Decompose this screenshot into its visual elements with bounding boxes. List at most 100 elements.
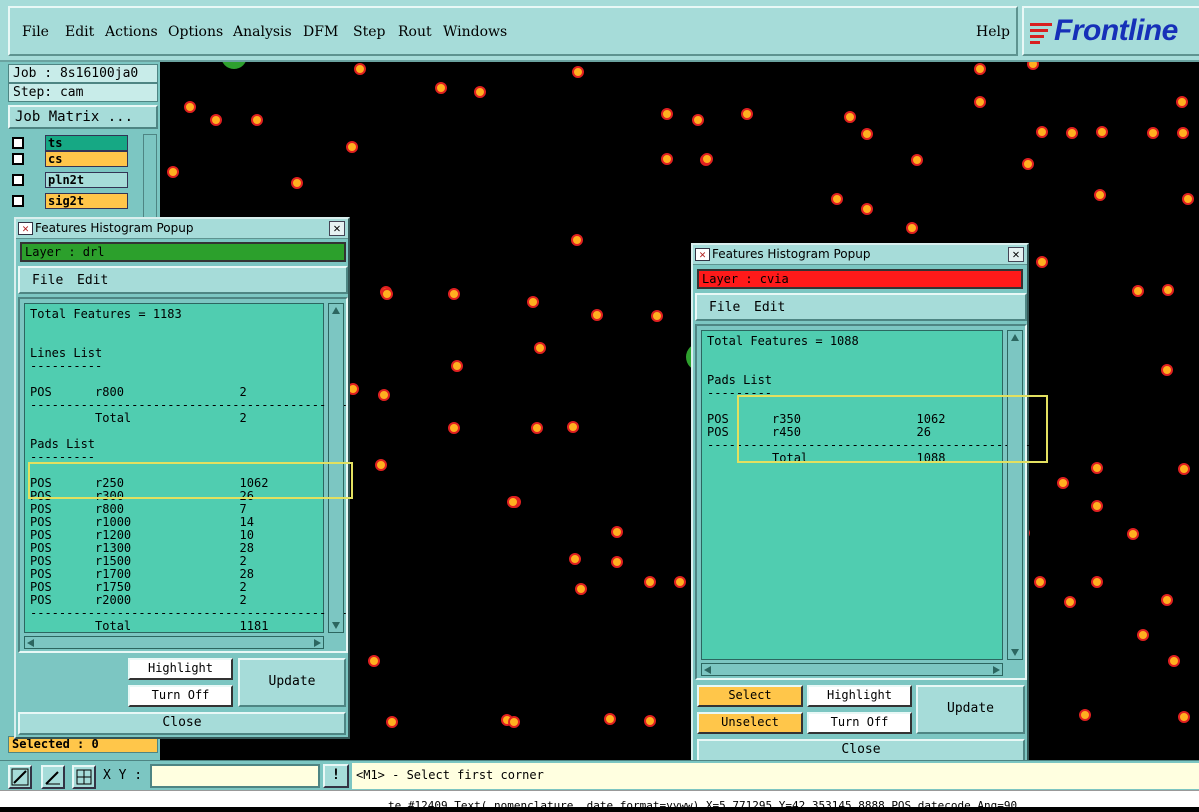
- measure-icon[interactable]: [41, 765, 65, 789]
- layer-indicator: Layer : cvia: [697, 269, 1023, 289]
- pad-feature: [974, 63, 986, 75]
- pad-feature: [1057, 477, 1069, 489]
- pad-feature: [167, 166, 179, 178]
- pad-feature: [381, 288, 393, 300]
- histogram-line: Total 2: [30, 411, 247, 425]
- grid-snap-icon[interactable]: [72, 765, 96, 789]
- zoom-area-icon[interactable]: [8, 765, 32, 789]
- popup-menu-file[interactable]: File: [709, 300, 740, 315]
- menu-analysis[interactable]: Analysis: [233, 24, 292, 40]
- pad-feature: [1096, 126, 1108, 138]
- scroll-down-icon[interactable]: [1011, 649, 1019, 656]
- vertical-scrollbar[interactable]: [1007, 330, 1023, 660]
- histogram-list-area: Total Features = 1088 Pads List --------- P…: [695, 324, 1032, 680]
- horizontal-scrollbar[interactable]: [701, 663, 1003, 676]
- menu-rout[interactable]: Rout: [398, 24, 432, 40]
- pad-feature: [569, 553, 581, 565]
- highlight-button[interactable]: Highlight: [807, 685, 912, 707]
- layer-checkbox[interactable]: [12, 195, 24, 207]
- scroll-right-icon[interactable]: [993, 666, 1000, 674]
- popup-menu-file[interactable]: File: [32, 273, 63, 288]
- highlight-button[interactable]: Highlight: [128, 658, 233, 680]
- pad-feature: [661, 108, 673, 120]
- pad-feature: [571, 234, 583, 246]
- popup-menu-edit[interactable]: Edit: [77, 273, 108, 288]
- pad-feature: [1027, 62, 1039, 70]
- layer-checkbox[interactable]: [12, 153, 24, 165]
- layer-row-ts[interactable]: ts: [10, 135, 130, 151]
- pad-feature: [741, 108, 753, 120]
- pad-feature: [1091, 576, 1103, 588]
- pad-feature: [527, 296, 539, 308]
- scroll-down-icon[interactable]: [332, 622, 340, 629]
- popup-menu-edit[interactable]: Edit: [754, 300, 785, 315]
- histogram-list[interactable]: Total Features = 1183 Lines List ---------…: [24, 303, 355, 633]
- pad-feature: [1091, 462, 1103, 474]
- histogram-line: Total Features = 1183: [30, 307, 182, 321]
- menu-options[interactable]: Options: [168, 24, 223, 40]
- turn-off-button[interactable]: Turn Off: [807, 712, 912, 734]
- zoom-area-glyph: [11, 768, 29, 786]
- frontline-logo-box: Frontline: [1022, 6, 1199, 56]
- window-menu-icon[interactable]: ✕: [695, 248, 710, 261]
- scroll-left-icon[interactable]: [27, 639, 34, 647]
- menu-step[interactable]: Step: [353, 24, 385, 40]
- horizontal-scrollbar[interactable]: [24, 636, 324, 649]
- status-text: te #12409 Text( nomenclature, date_forma…: [388, 799, 1018, 812]
- xy-coordinate-input[interactable]: [150, 764, 320, 788]
- vertical-scrollbar[interactable]: [328, 303, 344, 633]
- pad-feature: [572, 66, 584, 78]
- popup-menubar: File Edit: [695, 293, 1027, 321]
- layer-indicator: Layer : drl: [20, 242, 346, 262]
- exclamation-button[interactable]: !: [323, 764, 349, 788]
- close-icon[interactable]: ✕: [1008, 247, 1024, 262]
- measure-glyph: [45, 771, 60, 785]
- pad-feature: [1178, 711, 1190, 723]
- turn-off-button[interactable]: Turn Off: [128, 685, 233, 707]
- select-button[interactable]: Select: [697, 685, 803, 707]
- pad-feature: [534, 342, 546, 354]
- menu-help[interactable]: Help: [976, 24, 1010, 40]
- update-button[interactable]: Update: [238, 658, 346, 707]
- layer-row-pln2t[interactable]: pln2t: [10, 172, 130, 188]
- pad-feature: [378, 389, 390, 401]
- layer-list-scrollbar[interactable]: [143, 134, 157, 224]
- menu-file[interactable]: File: [22, 24, 49, 40]
- job-matrix-button[interactable]: Job Matrix ...: [8, 105, 158, 129]
- menu-windows[interactable]: Windows: [443, 24, 507, 40]
- scroll-up-icon[interactable]: [332, 307, 340, 314]
- layer-checkbox[interactable]: [12, 137, 24, 149]
- close-icon[interactable]: ✕: [329, 221, 345, 236]
- layer-row-sig2t[interactable]: sig2t: [10, 193, 130, 209]
- pad-feature: [911, 154, 923, 166]
- pad-feature: [1161, 594, 1173, 606]
- menu-actions[interactable]: Actions: [105, 24, 158, 40]
- pad-feature: [1178, 463, 1190, 475]
- pad-feature: [674, 576, 686, 588]
- pad-feature: [1147, 127, 1159, 139]
- menu-dfm[interactable]: DFM: [303, 24, 338, 40]
- pad-feature: [448, 288, 460, 300]
- pad-feature: [184, 101, 196, 113]
- close-button[interactable]: Close: [697, 739, 1025, 762]
- menu-edit[interactable]: Edit: [65, 24, 94, 40]
- features-histogram-popup-cvia: ✕ Features Histogram Popup ✕ Layer : cvi…: [691, 243, 1048, 766]
- pad-feature: [375, 459, 387, 471]
- popup-titlebar[interactable]: ✕ Features Histogram Popup ✕: [16, 219, 348, 239]
- scroll-up-icon[interactable]: [1011, 334, 1019, 341]
- window-menu-icon[interactable]: ✕: [18, 222, 33, 235]
- layer-row-cs[interactable]: cs: [10, 151, 130, 167]
- pad-feature: [531, 422, 543, 434]
- layer-checkbox[interactable]: [12, 174, 24, 186]
- scroll-left-icon[interactable]: [704, 666, 711, 674]
- close-button[interactable]: Close: [18, 712, 346, 735]
- unselect-button[interactable]: Unselect: [697, 712, 803, 734]
- popup-titlebar[interactable]: ✕ Features Histogram Popup ✕: [693, 245, 1027, 265]
- histogram-list[interactable]: Total Features = 1088 Pads List --------- P…: [701, 330, 1032, 660]
- scroll-right-icon[interactable]: [314, 639, 321, 647]
- pad-feature: [604, 713, 616, 725]
- pad-feature: [1091, 500, 1103, 512]
- main-menubar: File Edit Actions Options Analysis DFM S…: [0, 0, 1199, 62]
- pad-feature: [508, 716, 520, 728]
- update-button[interactable]: Update: [916, 685, 1025, 734]
